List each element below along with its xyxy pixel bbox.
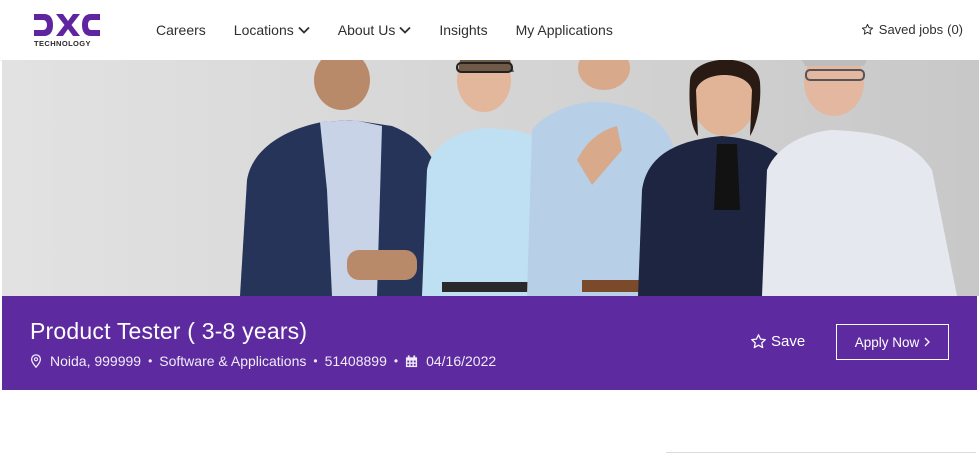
separator: • [148, 354, 153, 368]
save-job-button[interactable]: Save [750, 333, 805, 350]
saved-jobs-link[interactable]: Saved jobs (0) [861, 22, 963, 37]
nav-about-us[interactable]: About Us [338, 22, 412, 38]
saved-jobs-count: (0) [947, 22, 963, 37]
job-posted-date: 04/16/2022 [426, 353, 497, 369]
separator: • [313, 354, 318, 368]
logo-subtext: TECHNOLOGY [34, 39, 91, 48]
nav-locations-label: Locations [233, 22, 294, 38]
job-id: 51408899 [324, 353, 387, 369]
chevron-right-icon [924, 335, 931, 350]
site-header: TECHNOLOGY Careers Locations About Us In… [0, 0, 979, 60]
location-pin-icon [30, 354, 42, 368]
nav-locations[interactable]: Locations [234, 22, 310, 38]
nav-careers-label: Careers [156, 22, 206, 38]
job-location: Noida, 999999 [50, 353, 142, 369]
hero-image [2, 60, 979, 296]
star-icon [750, 333, 767, 350]
nav-insights[interactable]: Insights [439, 22, 487, 38]
team-photo [2, 60, 979, 296]
saved-jobs-label: Saved jobs [878, 22, 944, 37]
calendar-icon [405, 354, 418, 368]
apply-now-button[interactable]: Apply Now [836, 324, 949, 360]
nav-my-applications-label: My Applications [515, 22, 613, 38]
nav-careers[interactable]: Careers [156, 22, 206, 38]
nav-about-us-label: About Us [337, 22, 396, 38]
chevron-down-icon [298, 26, 310, 34]
main-nav: Careers Locations About Us Insights My A… [156, 0, 641, 60]
nav-insights-label: Insights [439, 22, 488, 38]
star-icon [861, 23, 874, 36]
separator: • [393, 354, 399, 368]
chevron-down-icon [399, 26, 411, 34]
job-banner: Product Tester ( 3-8 years) Noida, 99999… [2, 296, 977, 390]
job-meta: Noida, 999999 • Software & Applications … [30, 353, 496, 369]
job-title: Product Tester ( 3-8 years) [30, 318, 308, 344]
job-category: Software & Applications [159, 353, 307, 369]
nav-my-applications[interactable]: My Applications [516, 22, 613, 38]
divider [666, 452, 976, 453]
dxc-logo-mark [34, 14, 100, 36]
apply-now-label: Apply Now [854, 334, 920, 350]
save-job-label: Save [771, 333, 806, 350]
dxc-logo[interactable]: TECHNOLOGY [34, 12, 104, 52]
